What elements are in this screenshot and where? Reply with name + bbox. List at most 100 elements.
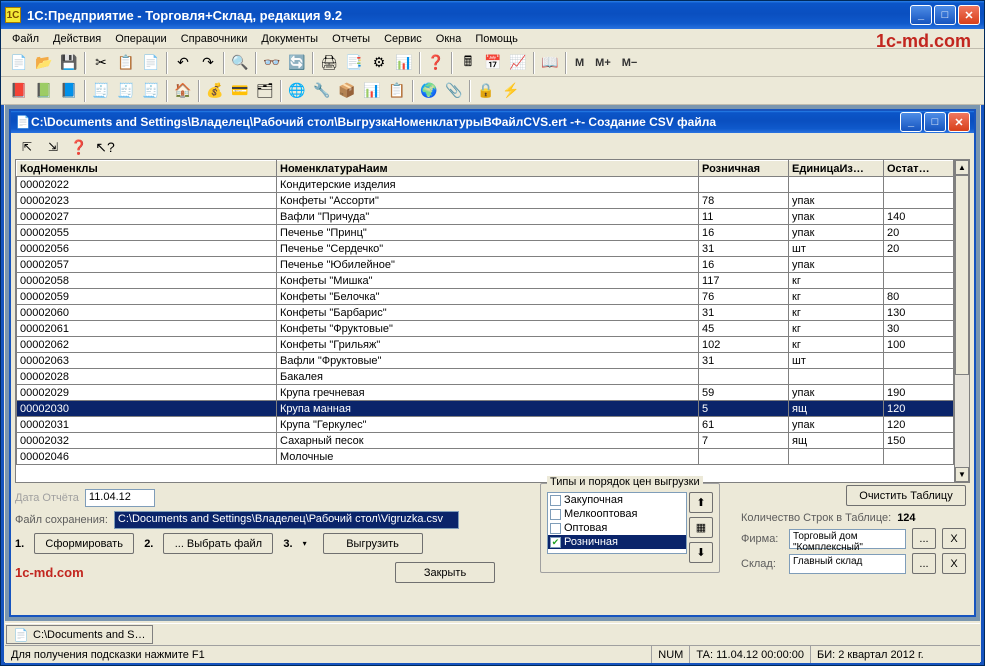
calendar-icon[interactable]: 📅 <box>481 52 505 74</box>
table-row[interactable]: 00002027Вафли "Причуда"11упак140 <box>17 209 954 225</box>
tb2-12-icon[interactable]: 🔧 <box>310 80 334 102</box>
cut-icon[interactable]: ✂ <box>89 52 113 74</box>
table-row[interactable]: 00002060Конфеты "Барбарис"31кг130 <box>17 305 954 321</box>
price-checkbox[interactable] <box>550 523 561 534</box>
col-header[interactable]: Остат… <box>884 161 954 177</box>
binoculars-icon[interactable]: 👓 <box>260 52 284 74</box>
tb2-10-icon[interactable]: 🗂 <box>253 80 277 102</box>
calc-icon[interactable]: 🖩 <box>456 52 480 74</box>
tb2-19-icon[interactable]: ⚡ <box>499 80 523 102</box>
save-file-input[interactable]: C:\Documents and Settings\Владелец\Рабоч… <box>114 511 459 529</box>
export-button[interactable]: Выгрузить <box>323 533 423 554</box>
tb2-4-icon[interactable]: 🧾 <box>89 80 113 102</box>
price-type-item[interactable]: ✔Розничная <box>548 535 686 549</box>
inner-minimize-button[interactable]: _ <box>900 112 922 132</box>
table-row[interactable]: 00002057Печенье "Юбилейное"16упак <box>17 257 954 273</box>
tb2-8-icon[interactable]: 💰 <box>203 80 227 102</box>
tb2-2-icon[interactable]: 📗 <box>32 80 56 102</box>
table-row[interactable]: 00002055Печенье "Принц"16упак20 <box>17 225 954 241</box>
tb2-13-icon[interactable]: 📦 <box>335 80 359 102</box>
price-types-list[interactable]: ЗакупочнаяМелкооптоваяОптовая✔Розничная <box>547 492 687 554</box>
scroll-down-icon[interactable]: ▼ <box>955 467 969 482</box>
price-type-item[interactable]: Оптовая <box>548 521 686 535</box>
tb2-16-icon[interactable]: 🌍 <box>417 80 441 102</box>
data-grid[interactable]: КодНоменклыНоменклатураНаимРозничнаяЕдин… <box>15 159 970 483</box>
table-row[interactable]: 00002061Конфеты "Фруктовые"45кг30 <box>17 321 954 337</box>
inner-close-button[interactable]: ✕ <box>948 112 970 132</box>
firm-choose-button[interactable]: ... <box>912 528 936 549</box>
table-row[interactable]: 00002032Сахарный песок7ящ150 <box>17 433 954 449</box>
firm-input[interactable]: Торговый дом "Комплексный" <box>789 529 906 549</box>
preview-icon[interactable]: 📑 <box>342 52 366 74</box>
help-icon[interactable]: ❓ <box>424 52 448 74</box>
menu-operations[interactable]: Операции <box>108 31 173 47</box>
grid-scrollbar[interactable]: ▲ ▼ <box>954 160 969 482</box>
tb2-7-icon[interactable]: 🏠 <box>171 80 195 102</box>
minimize-button[interactable]: _ <box>910 5 932 25</box>
report-date-input[interactable]: 11.04.12 <box>85 489 155 507</box>
sklad-clear-button[interactable]: X <box>942 553 966 574</box>
scroll-thumb[interactable] <box>955 175 969 375</box>
menu-file[interactable]: Файл <box>5 31 46 47</box>
paste-icon[interactable]: 📄 <box>139 52 163 74</box>
choose-file-button[interactable]: ... Выбрать файл <box>163 533 273 554</box>
menu-windows[interactable]: Окна <box>429 31 469 47</box>
table-row[interactable]: 00002063Вафли "Фруктовые"31шт <box>17 353 954 369</box>
col-header[interactable]: КодНоменклы <box>17 161 277 177</box>
chart-icon[interactable]: 📈 <box>506 52 530 74</box>
table-row[interactable]: 00002046Молочные <box>17 449 954 465</box>
tool-a-icon[interactable]: ⚙ <box>367 52 391 74</box>
menu-help[interactable]: Помощь <box>468 31 525 47</box>
table-row[interactable]: 00002056Печенье "Сердечко"31шт20 <box>17 241 954 257</box>
firm-clear-button[interactable]: X <box>942 528 966 549</box>
col-header[interactable]: Розничная <box>699 161 789 177</box>
tb2-17-icon[interactable]: 📎 <box>442 80 466 102</box>
col-header[interactable]: ЕдиницаИз… <box>789 161 884 177</box>
table-row[interactable]: 00002023Конфеты "Ассорти"78упак <box>17 193 954 209</box>
move-down-button[interactable]: ⬇ <box>689 542 713 563</box>
price-checkbox[interactable]: ✔ <box>550 537 561 548</box>
table-row[interactable]: 00002029Крупа гречневая59упак190 <box>17 385 954 401</box>
close-button[interactable]: ✕ <box>958 5 980 25</box>
undo-icon[interactable]: ↶ <box>171 52 195 74</box>
tb2-3-icon[interactable]: 📘 <box>57 80 81 102</box>
taskbar-item[interactable]: 📄 C:\Documents and S… <box>6 625 153 644</box>
price-checkbox[interactable] <box>550 495 561 506</box>
m-button[interactable]: M <box>570 52 589 74</box>
table-row[interactable]: 00002028Бакалея <box>17 369 954 385</box>
maximize-button[interactable]: □ <box>934 5 956 25</box>
tb2-15-icon[interactable]: 📋 <box>385 80 409 102</box>
step3-dropdown-icon[interactable]: ▾ <box>303 539 313 548</box>
m-minus-button[interactable]: M− <box>617 52 643 74</box>
clear-table-button[interactable]: Очистить Таблицу <box>846 485 966 506</box>
price-checkbox[interactable] <box>550 509 561 520</box>
grid-settings-button[interactable]: ▦ <box>689 517 713 538</box>
table-row[interactable]: 00002022Кондитерские изделия <box>17 177 954 193</box>
book-icon[interactable]: 📖 <box>538 52 562 74</box>
tb2-6-icon[interactable]: 🧾 <box>139 80 163 102</box>
tree-expand-icon[interactable]: ⇲ <box>41 136 65 158</box>
table-row[interactable]: 00002030Крупа манная5ящ120 <box>17 401 954 417</box>
move-up-button[interactable]: ⬆ <box>689 492 713 513</box>
inner-help-icon[interactable]: ❓ <box>67 136 91 158</box>
tb2-18-icon[interactable]: 🔒 <box>474 80 498 102</box>
table-row[interactable]: 00002058Конфеты "Мишка"117кг <box>17 273 954 289</box>
menu-service[interactable]: Сервис <box>377 31 429 47</box>
redo-icon[interactable]: ↷ <box>196 52 220 74</box>
save-icon[interactable]: 💾 <box>57 52 81 74</box>
m-plus-button[interactable]: M+ <box>590 52 616 74</box>
price-type-item[interactable]: Мелкооптовая <box>548 507 686 521</box>
tool-b-icon[interactable]: 📊 <box>392 52 416 74</box>
form-button[interactable]: Сформировать <box>34 533 134 554</box>
tb2-1-icon[interactable]: 📕 <box>7 80 31 102</box>
menu-catalogs[interactable]: Справочники <box>174 31 255 47</box>
tb2-11-icon[interactable]: 🌐 <box>285 80 309 102</box>
scroll-up-icon[interactable]: ▲ <box>955 160 969 175</box>
menu-documents[interactable]: Документы <box>254 31 325 47</box>
menu-actions[interactable]: Действия <box>46 31 108 47</box>
table-row[interactable]: 00002031Крупа "Геркулес"61упак120 <box>17 417 954 433</box>
cursor-icon[interactable]: ↖? <box>93 136 117 158</box>
tree-collapse-icon[interactable]: ⇱ <box>15 136 39 158</box>
new-icon[interactable]: 📄 <box>7 52 31 74</box>
col-header[interactable]: НоменклатураНаим <box>277 161 699 177</box>
